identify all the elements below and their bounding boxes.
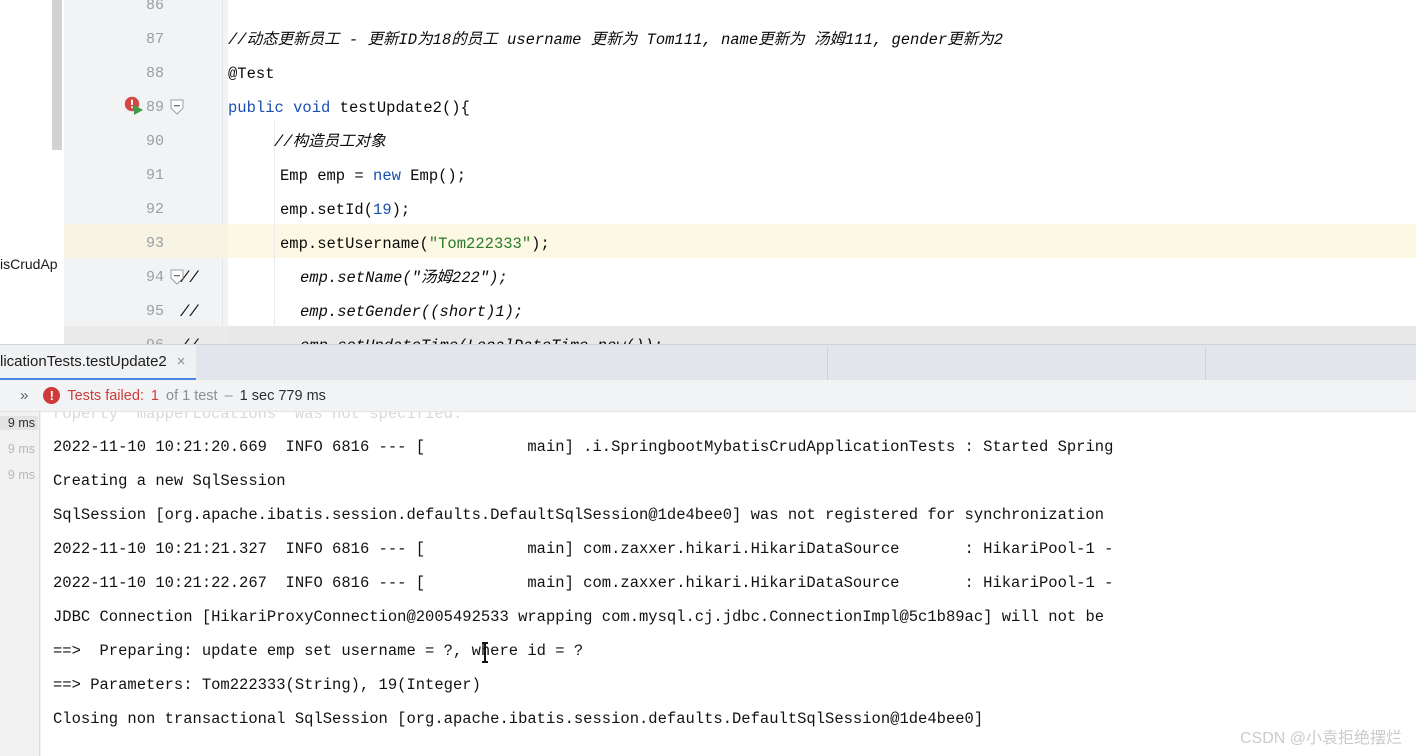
console-timings-gutter: 9 ms 9 ms 9 ms	[0, 412, 40, 756]
status-dash: –	[224, 387, 233, 404]
console-line: 2022-11-10 10:21:22.267 INFO 6816 --- [ …	[53, 574, 1114, 592]
tests-failed-label: Tests failed:	[67, 387, 144, 404]
test-status-bar: » ! Tests failed: 1 of 1 test – 1 sec 77…	[0, 380, 1416, 412]
timing-value: 9 ms	[7, 468, 35, 482]
timing-value: 9 ms	[7, 442, 35, 456]
console-line: 2022-11-10 10:21:21.327 INFO 6816 --- [ …	[53, 540, 1114, 558]
test-duration: 1 sec 779 ms	[239, 387, 326, 404]
code-line-statement: emp.setId(19);	[280, 201, 411, 219]
panel-divider	[1205, 347, 1206, 380]
console-line: JDBC Connection [HikariProxyConnection@2…	[53, 608, 1105, 626]
code-line-annotation: @Test	[228, 65, 275, 83]
editor-vertical-scrollbar-thumb[interactable]	[52, 0, 62, 150]
console-line: ==> Parameters: Tom222333(String), 19(In…	[53, 676, 481, 694]
error-run-gutter-icon[interactable]	[124, 96, 146, 116]
code-line-commented-out: emp.setGender((short)1);	[300, 303, 524, 321]
mouse-text-cursor	[482, 642, 488, 663]
tests-failed-count: 1	[150, 387, 159, 404]
code-line-commented-out: emp.setUpdateTime(LocalDateTime.now());	[300, 329, 663, 344]
console-output[interactable]: roperty 'mapperLocations' was not specif…	[41, 412, 1416, 756]
run-configuration-tabbar: licationTests.testUpdate2 ×	[0, 344, 1416, 381]
fold-collapse-icon[interactable]	[170, 269, 184, 285]
console-line: SqlSession [org.apache.ibatis.session.de…	[53, 506, 1105, 524]
expand-chevron-icon[interactable]: »	[20, 387, 28, 404]
code-line-commented-out: emp.setName("汤姆222");	[300, 269, 508, 287]
ide-screenshot: 86 87 88 89 90 91 92 93 94 95 96 //动态更新员…	[0, 0, 1416, 756]
watermark: CSDN @小袁拒绝摆烂	[1239, 730, 1402, 747]
console-line: Creating a new SqlSession	[53, 472, 286, 490]
run-tool-window: licationTests.testUpdate2 × » ! Tests fa…	[0, 344, 1416, 756]
code-editor[interactable]: 86 87 88 89 90 91 92 93 94 95 96 //动态更新员…	[0, 0, 1416, 344]
tests-total-label: of 1 test	[166, 387, 218, 404]
code-line-comment: //动态更新员工 - 更新ID为18的员工 username 更新为 Tom11…	[228, 31, 1004, 49]
console-line: 2022-11-10 10:21:20.669 INFO 6816 --- [ …	[53, 438, 1114, 456]
tab-label: licationTests.testUpdate2	[0, 353, 167, 370]
fold-collapse-icon[interactable]	[170, 99, 184, 115]
code-line-signature: public void testUpdate2(){	[228, 99, 470, 117]
timing-value: 9 ms	[0, 416, 38, 430]
console-line: roperty 'mapperLocations' was not specif…	[53, 412, 463, 423]
tab-test-run[interactable]: licationTests.testUpdate2 ×	[0, 345, 196, 381]
code-line-comment: //构造员工对象	[274, 133, 386, 151]
panel-divider	[827, 347, 828, 380]
line-number: 86	[145, 0, 164, 14]
console-line: Closing non transactional SqlSession [or…	[53, 710, 984, 728]
project-tool-stripe-label[interactable]: isCrudAp	[0, 256, 58, 272]
close-icon[interactable]: ×	[177, 354, 186, 369]
code-line-statement: emp.setUsername("Tom222333");	[280, 235, 550, 253]
error-status-icon: !	[43, 387, 61, 404]
console-line: ==> Preparing: update emp set username =…	[53, 642, 584, 660]
code-line-statement: Emp emp = new Emp();	[280, 167, 467, 185]
code-line-commented-out: //	[180, 303, 199, 321]
code-line-commented-out: //	[180, 329, 199, 344]
